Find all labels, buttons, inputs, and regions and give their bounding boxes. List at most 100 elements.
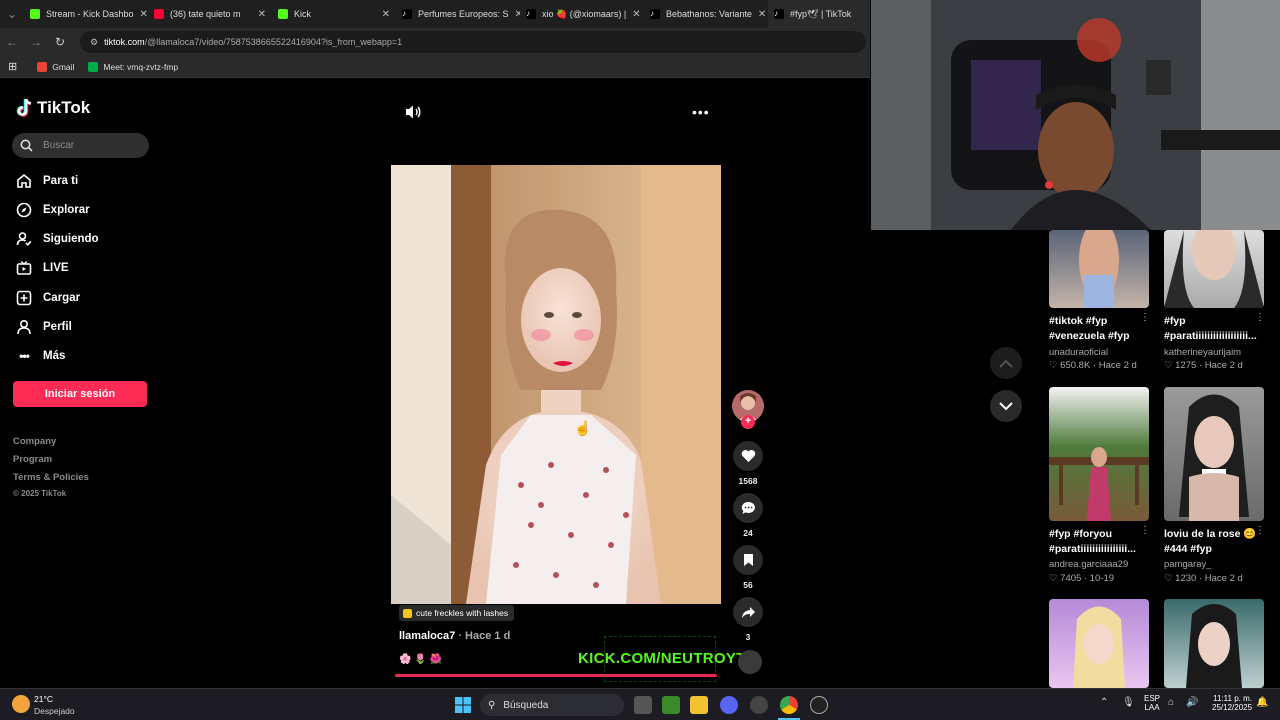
more-vertical-icon[interactable]: ⋮ (1140, 312, 1150, 323)
show-hidden-icons-chevron-icon[interactable]: ⌃ (1100, 697, 1108, 708)
video-username[interactable]: katherineyaurijaim (1164, 347, 1264, 358)
url-field[interactable]: ⚙ tiktok.com /@llamaloca7/video/75875386… (80, 31, 866, 53)
sidebar-item-explorar[interactable]: Explorar (16, 200, 90, 220)
video-title[interactable]: #tiktok #fyp #venezuela #fyp (1049, 314, 1149, 344)
windows-taskbar: 21°C Despejado ⚲ Búsqueda ⌃ 🎙 ESP LAA ⌂ … (0, 688, 1280, 720)
video-thumbnail[interactable] (1049, 599, 1149, 688)
video-title[interactable]: #fyp #paratiiiiiiiiiiiiiiiiii... (1164, 314, 1264, 344)
previous-video-button[interactable] (990, 347, 1022, 379)
heart-icon[interactable] (733, 441, 763, 471)
footer-link-company[interactable]: Company (13, 436, 56, 447)
chrome-icon[interactable] (780, 696, 798, 714)
notification-bell-icon[interactable]: 🔔 (1256, 697, 1268, 708)
volume-icon[interactable]: 🔊 (1186, 697, 1198, 708)
microphone-icon[interactable]: 🎙 (1122, 697, 1135, 708)
save-action[interactable]: 56 (733, 545, 763, 590)
like-action[interactable]: 1568 (733, 441, 763, 486)
obs-icon[interactable] (750, 696, 768, 714)
browser-tab[interactable]: ♪ Bebathanos: Variante ✕ (644, 0, 768, 28)
upload-icon (16, 290, 32, 306)
browser-tab[interactable]: ♪ xio 🍓 (@xiomaars) | ✕ (520, 0, 644, 28)
language-indicator[interactable]: ESP LAA (1144, 694, 1160, 712)
video-stats: ♡ 7405 · 10-19 (1049, 573, 1115, 584)
tab-list-chevron-icon[interactable]: ⌄ (0, 7, 24, 21)
login-button[interactable]: Iniciar sesión (13, 381, 147, 407)
minecraft-icon[interactable] (662, 696, 680, 714)
share-action[interactable]: 3 (733, 597, 763, 642)
sidebar-item-perfil[interactable]: Perfil (16, 317, 72, 337)
weather-icon[interactable] (12, 695, 30, 713)
footer-link-program[interactable]: Program (13, 454, 52, 465)
windows-start-icon[interactable] (455, 697, 471, 718)
video-title[interactable]: loviu de la rose 😊 #444 #fyp (1164, 527, 1264, 557)
kick-favicon-icon (30, 9, 40, 19)
sidebar-item-para-ti[interactable]: Para ti (16, 171, 78, 191)
video-username[interactable]: andrea.garciaaa29 (1049, 559, 1149, 570)
sidebar-item-live[interactable]: LIVE (16, 258, 69, 278)
more-vertical-icon[interactable]: ⋮ (1255, 312, 1265, 323)
nav-label: Explorar (43, 204, 90, 216)
weather-temp[interactable]: 21°C (34, 694, 53, 704)
next-video-button[interactable] (990, 390, 1022, 422)
forward-icon[interactable]: → (24, 35, 48, 49)
comment-action[interactable]: 24 (733, 493, 763, 538)
clock-time: 11:11 p. m. (1213, 694, 1252, 703)
follow-plus-button[interactable]: + (741, 415, 755, 429)
search-input[interactable]: Buscar (12, 133, 149, 158)
video-username[interactable]: unaduraoficial (1049, 347, 1149, 358)
more-options-icon[interactable]: ••• (692, 104, 710, 120)
back-icon[interactable]: ← (0, 35, 24, 49)
video-stats: ♡ 1275 · Hace 2 d (1164, 360, 1243, 371)
nav-label: Perfil (43, 321, 72, 333)
discord-icon[interactable] (720, 696, 738, 714)
browser-tab[interactable]: ♪ Perfumes Europeos: S ✕ (396, 0, 520, 28)
bookmark-gmail[interactable]: Gmail (37, 61, 74, 72)
task-view-icon[interactable] (634, 696, 652, 714)
comment-icon[interactable] (733, 493, 763, 523)
video-username[interactable]: pamgaray_ (1164, 559, 1264, 570)
video-thumbnail[interactable] (1164, 387, 1264, 521)
tiktok-logo[interactable]: TikTok (16, 98, 90, 118)
tab-label: Kick (294, 9, 312, 19)
close-tab-icon[interactable]: ✕ (509, 9, 520, 20)
browser-tab-active[interactable]: ♪ #fyp🕊 | TikTok (768, 0, 870, 28)
footer-link-terms[interactable]: Terms & Policies (13, 472, 89, 483)
close-tab-icon[interactable]: ✕ (134, 9, 148, 20)
sidebar-item-mas[interactable]: ••• Más (16, 346, 65, 366)
taskbar-search[interactable]: ⚲ Búsqueda (480, 694, 624, 716)
volume-icon[interactable] (404, 104, 422, 125)
site-info-icon[interactable]: ⚙ (90, 37, 98, 48)
browser-tab[interactable]: Stream - Kick Dashbo ✕ (24, 0, 148, 28)
video-thumbnail[interactable] (1164, 230, 1264, 308)
browser-tab[interactable]: Kick ✕ (272, 0, 396, 28)
close-tab-icon[interactable]: ✕ (376, 9, 390, 20)
weather-desc[interactable]: Despejado (34, 706, 75, 716)
close-tab-icon[interactable]: ✕ (252, 9, 266, 20)
video-thumbnail[interactable] (1049, 387, 1149, 521)
share-icon[interactable] (733, 597, 763, 627)
browser-tab[interactable]: (36) tate quieto m ✕ (148, 0, 272, 28)
network-icon[interactable]: ⌂ (1168, 697, 1174, 708)
close-tab-icon[interactable]: ✕ (752, 9, 766, 20)
more-vertical-icon[interactable]: ⋮ (1140, 525, 1150, 536)
file-explorer-icon[interactable] (690, 696, 708, 714)
bookmark-icon[interactable] (733, 545, 763, 575)
video-title[interactable]: #fyp #foryou #paratiiiiiiiiiiiiiiii... (1049, 527, 1149, 557)
clock[interactable]: 11:11 p. m. 25/12/2025 (1212, 694, 1252, 712)
sidebar-item-cargar[interactable]: Cargar (16, 288, 80, 308)
tab-label: Bebathanos: Variante (666, 9, 752, 19)
logo-text: TikTok (37, 98, 91, 117)
video-thumbnail[interactable] (1164, 599, 1264, 688)
close-tab-icon[interactable]: ✕ (626, 9, 640, 20)
reload-icon[interactable]: ↻ (48, 35, 72, 49)
video-player[interactable] (391, 165, 721, 604)
bookmark-meet[interactable]: Meet: vmq-zvtz-fmp (88, 61, 178, 72)
more-vertical-icon[interactable]: ⋮ (1255, 525, 1265, 536)
video-thumbnail[interactable] (1049, 230, 1149, 308)
media-player-icon[interactable] (810, 696, 828, 714)
apps-grid-icon[interactable]: ⊞ (8, 60, 17, 73)
video-author[interactable]: llamaloca7 · Hace 1 d (399, 630, 510, 642)
effect-tag[interactable]: cute freckles with lashes (399, 605, 515, 621)
sidebar-item-siguiendo[interactable]: Siguiendo (16, 229, 99, 249)
heart-outline-icon: ♡ (1164, 360, 1173, 371)
